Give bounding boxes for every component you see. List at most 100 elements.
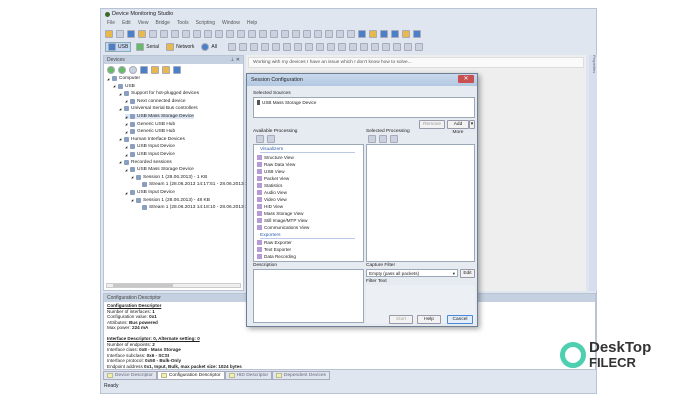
menu-item-tools[interactable]: Tools	[177, 20, 189, 26]
menu-item-view[interactable]: View	[138, 20, 149, 26]
tree-node[interactable]: ◢ Generic USB Hub	[125, 121, 175, 127]
toolbar-icon[interactable]	[160, 30, 168, 38]
toolbar-icon[interactable]	[348, 43, 357, 51]
tree-node[interactable]: ◢ USB Input Device	[125, 190, 175, 195]
toolbar-icon[interactable]	[293, 43, 302, 51]
start-button[interactable]: Start	[389, 315, 413, 324]
processing-item[interactable]: Mass Storage View	[257, 210, 304, 216]
close-button[interactable]: ✕	[458, 75, 474, 83]
toolbar-icon[interactable]	[282, 43, 291, 51]
tree-node[interactable]: ◢ Session 1 (28.06.2013) - 48 KB	[131, 197, 210, 203]
properties-strip[interactable]: Properties	[589, 55, 597, 291]
remove-button[interactable]: Remove	[419, 120, 445, 129]
tree-node[interactable]: ◢ Computer	[107, 76, 140, 81]
expand-icon[interactable]	[267, 135, 275, 143]
add-more-button[interactable]: Add More	[447, 120, 469, 135]
toolbar-icon[interactable]	[238, 43, 247, 51]
tree-node[interactable]: ◢ USB Input Device	[125, 152, 175, 157]
network-button[interactable]: Network	[164, 43, 196, 51]
expander-icon[interactable]: ◢	[119, 137, 122, 141]
toolbar-icon[interactable]	[127, 30, 135, 38]
tab-hid-descriptor[interactable]: HID Descriptor	[224, 371, 273, 380]
toolbar-icon[interactable]	[370, 43, 379, 51]
processing-item[interactable]: Communications View	[257, 224, 309, 230]
processing-item[interactable]: Still Image/MTP View	[257, 217, 308, 223]
tree-node[interactable]: ◢ USB	[113, 83, 135, 89]
tree-node[interactable]: Stream 1 (28.06.2013 14:17:51 - 28.06.20…	[137, 182, 261, 188]
menu-item-file[interactable]: File	[107, 20, 115, 26]
toolbar-icon[interactable]	[303, 30, 311, 38]
processing-item[interactable]: Video View	[257, 196, 287, 202]
expander-icon[interactable]: ◢	[125, 191, 128, 195]
expander-icon[interactable]: ◢	[119, 160, 122, 164]
toolbar-icon[interactable]	[182, 30, 190, 38]
selected-processing-list[interactable]	[366, 144, 475, 262]
toolbar-icon[interactable]	[227, 43, 236, 51]
toolbar-icon[interactable]	[215, 30, 223, 38]
add-more-dropdown[interactable]: ▾	[469, 120, 475, 129]
toolbar-icon[interactable]	[336, 30, 344, 38]
toolbar-icon[interactable]	[260, 43, 269, 51]
toolbar-icon[interactable]	[402, 30, 410, 38]
expander-icon[interactable]: ◢	[131, 175, 134, 179]
processing-item[interactable]: HID View	[257, 203, 283, 209]
processing-item[interactable]: Data Recording	[257, 254, 296, 259]
tree-node[interactable]: ◢ USB Mass Storage Device	[125, 114, 194, 119]
group-header-exporters[interactable]: Exporters	[260, 233, 355, 239]
toolbar-icon[interactable]	[381, 43, 390, 51]
session-icon[interactable]	[140, 66, 148, 74]
toolbar-icon[interactable]	[392, 43, 401, 51]
toolbar-icon[interactable]	[237, 30, 245, 38]
expander-icon[interactable]: ◢	[107, 77, 110, 81]
save-icon[interactable]	[379, 135, 387, 143]
tree-node[interactable]: ◢ Human Interface Devices	[119, 136, 185, 142]
toolbar-icon[interactable]	[105, 30, 113, 38]
settings-icon[interactable]	[368, 135, 376, 143]
start-icon[interactable]	[107, 66, 115, 74]
expander-icon[interactable]: ◢	[119, 107, 122, 111]
tree-node[interactable]: ◢ USB Mass Storage Device	[125, 167, 194, 173]
toolbar-icon[interactable]	[304, 43, 313, 51]
collapse-icon[interactable]	[256, 135, 264, 143]
device-tree[interactable]: ◢ Computer ◢ USB ◢ Support for hot-plugged de…	[104, 74, 261, 280]
tree-node[interactable]: ◢ Universal Serial Bus controllers	[119, 106, 198, 112]
toolbar-icon[interactable]	[292, 30, 300, 38]
toolbar-icon[interactable]	[270, 30, 278, 38]
expander-icon[interactable]: ◢	[125, 168, 128, 172]
connect-icon[interactable]	[162, 66, 170, 74]
expander-icon[interactable]: ◢	[125, 153, 128, 157]
tree-node[interactable]: ◢ Next connected device	[125, 98, 186, 104]
cancel-button[interactable]: Cancel	[447, 315, 473, 324]
source-item[interactable]: USB Mass Storage Device	[257, 100, 316, 105]
toolbar-icon[interactable]	[315, 43, 324, 51]
toolbar-icon[interactable]	[193, 30, 201, 38]
tab-configuration-descriptor[interactable]: Configuration Descriptor	[156, 371, 225, 380]
processing-item[interactable]: Packet View	[257, 175, 289, 181]
toolbar-icon[interactable]	[249, 43, 258, 51]
toolbar-icon[interactable]	[281, 30, 289, 38]
toolbar-icon[interactable]	[358, 30, 366, 38]
tab-device-descriptor[interactable]: Device Descriptor	[103, 371, 157, 380]
expander-icon[interactable]: ◢	[125, 122, 128, 126]
tree-node[interactable]: ◢ Session 1 (28.06.2013) - 1 KB	[131, 174, 207, 180]
all-button[interactable]: All	[199, 43, 219, 51]
processing-item[interactable]: USB View	[257, 168, 285, 174]
group-header-visualizers[interactable]: Visualizers	[260, 147, 355, 153]
toolbar-icon[interactable]	[171, 30, 179, 38]
toolbar-icon[interactable]	[326, 43, 335, 51]
expander-icon[interactable]: ◢	[113, 84, 116, 88]
toolbar-icon[interactable]	[369, 30, 377, 38]
toolbar-icon[interactable]	[116, 30, 124, 38]
processing-item[interactable]: Raw Data View	[257, 161, 295, 167]
toolbar-icon[interactable]	[204, 30, 212, 38]
toolbar-icon[interactable]	[259, 30, 267, 38]
processing-item[interactable]: Statistics	[257, 182, 282, 188]
processing-item[interactable]: Raw Exporter	[257, 240, 292, 245]
share-icon[interactable]	[173, 66, 181, 74]
toolbar-icon[interactable]	[359, 43, 368, 51]
play-icon[interactable]	[118, 66, 126, 74]
processing-item[interactable]: Structure View	[257, 154, 294, 160]
toolbar-icon[interactable]	[337, 43, 346, 51]
menu-item-window[interactable]: Window	[222, 20, 240, 26]
usb-button[interactable]: USB	[105, 42, 132, 52]
